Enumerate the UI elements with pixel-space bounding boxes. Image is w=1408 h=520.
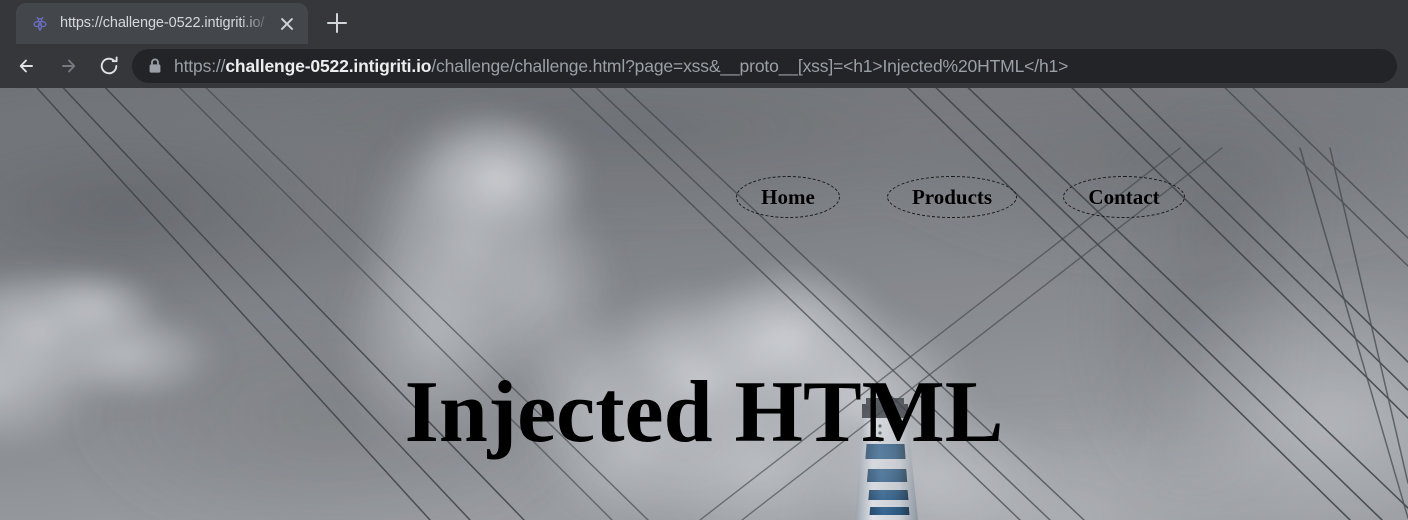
arrow-right-icon xyxy=(62,59,76,73)
tab-strip: https://challenge-0522.intigriti.io/ xyxy=(0,0,1408,44)
browser-window: Home Products Contact Injected HTML http… xyxy=(0,0,1408,520)
page-viewport: Home Products Contact Injected HTML xyxy=(0,88,1408,520)
nav-item-contact[interactable]: Contact xyxy=(1063,176,1185,218)
browser-chrome: https://challenge-0522.intigriti.io/ htt… xyxy=(0,0,1408,88)
address-bar[interactable]: https://challenge-0522.intigriti.io/chal… xyxy=(132,49,1397,83)
lock-icon xyxy=(149,58,161,73)
reload-button[interactable] xyxy=(92,49,126,83)
nav-item-products[interactable]: Products xyxy=(887,176,1017,218)
url-scheme: https:// xyxy=(174,55,226,76)
nav-item-home[interactable]: Home xyxy=(736,176,840,218)
url-host: challenge-0522.intigriti.io xyxy=(225,55,432,76)
tab-title: https://challenge-0522.intigriti.io/ xyxy=(60,15,265,31)
arrow-left-icon xyxy=(19,59,33,73)
url-text: https://challenge-0522.intigriti.io/chal… xyxy=(174,56,1068,77)
back-button[interactable] xyxy=(10,49,44,83)
new-tab-button[interactable] xyxy=(320,6,354,40)
forward-button[interactable] xyxy=(51,49,85,83)
intigriti-bee-icon xyxy=(33,16,47,31)
injected-html-heading: Injected HTML xyxy=(404,363,1004,461)
reload-icon xyxy=(100,56,118,75)
browser-tab[interactable]: https://challenge-0522.intigriti.io/ xyxy=(16,3,308,44)
url-path: /challenge/challenge.html?page=xss&__pro… xyxy=(431,55,1069,76)
close-icon[interactable] xyxy=(272,9,302,39)
